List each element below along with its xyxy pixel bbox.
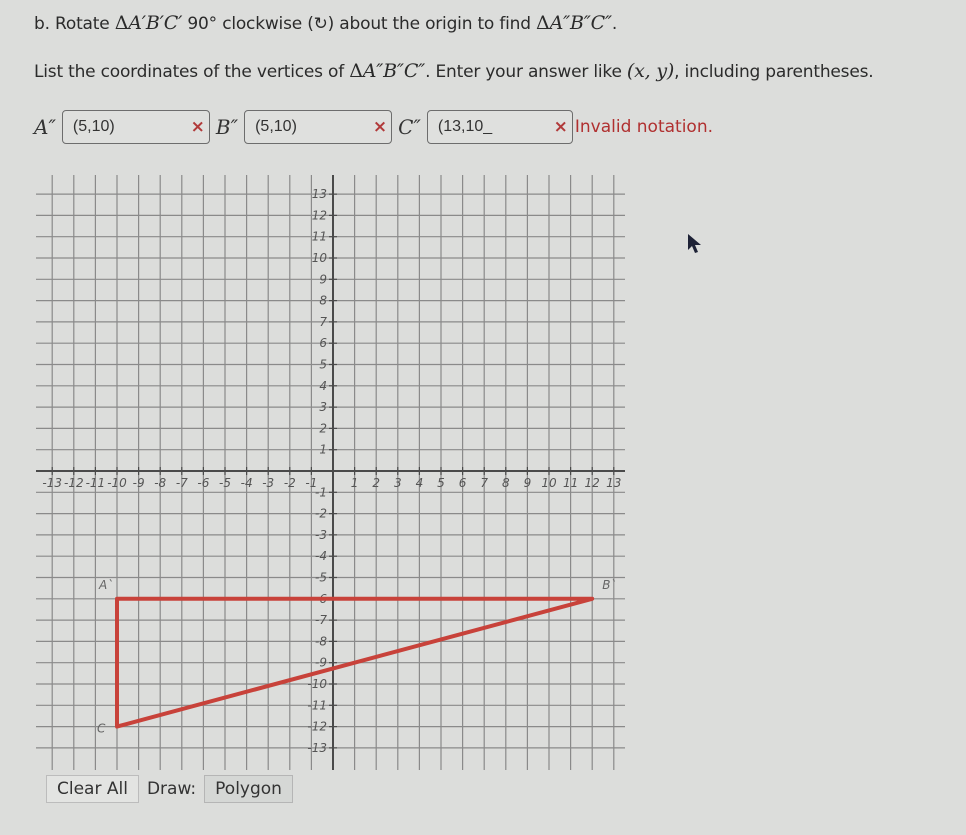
- y-tick-label: 6: [319, 336, 327, 350]
- y-tick-label: -8: [315, 634, 327, 648]
- x-tick-label: -5: [219, 476, 231, 490]
- y-tick-label: 3: [319, 400, 327, 414]
- y-tick-label: -9: [315, 656, 327, 670]
- x-tick-label: 8: [502, 476, 510, 490]
- y-tick-label: 5: [319, 358, 327, 372]
- x-tick-label: -10: [107, 476, 127, 490]
- graph-canvas[interactable]: -13 -12 -11 -10 -9 -8 -7 -6 -5 -4 -3 -2 -1 1 2 3 4 5 6 7 8 9 1…: [0, 0, 966, 831]
- y-tick-label: -11: [307, 698, 327, 712]
- vertex-label: B`: [602, 578, 616, 592]
- mouse-cursor-icon: [688, 234, 701, 253]
- x-tick-label: 11: [563, 476, 578, 490]
- y-tick-label: -5: [315, 571, 327, 585]
- vertex-label: A`: [98, 578, 113, 592]
- y-tick-label: 9: [319, 272, 327, 286]
- x-tick-label: 6: [459, 476, 467, 490]
- clear-all-button[interactable]: Clear All: [46, 775, 139, 803]
- x-tick-label: 1: [351, 476, 359, 490]
- y-tick-label: 10: [312, 251, 328, 265]
- x-tick-label: 13: [606, 476, 621, 490]
- x-tick-label: -11: [86, 476, 106, 490]
- y-tick-label: 1: [319, 443, 327, 457]
- x-tick-label: -3: [262, 476, 274, 490]
- y-tick-label: -2: [315, 507, 327, 521]
- y-tick-label: -10: [307, 677, 327, 691]
- x-tick-label: 10: [541, 476, 557, 490]
- x-tick-label: 12: [585, 476, 600, 490]
- x-tick-label: 5: [437, 476, 445, 490]
- grid-lines: [36, 175, 625, 770]
- x-tick-label: -8: [154, 476, 166, 490]
- x-tick-label: -4: [241, 476, 253, 490]
- x-tick-label: 7: [480, 476, 488, 490]
- axes: [36, 175, 625, 770]
- x-tick-label: -2: [284, 476, 296, 490]
- y-tick-label: -12: [307, 720, 327, 734]
- x-tick-label: 9: [524, 476, 532, 490]
- y-tick-label: -7: [315, 613, 327, 627]
- x-tick-label: -6: [197, 476, 209, 490]
- y-tick-label: -3: [315, 528, 327, 542]
- y-tick-label: 7: [319, 315, 327, 329]
- x-tick-label: -12: [64, 476, 84, 490]
- y-tick-label: -1: [315, 485, 327, 499]
- y-tick-label: 12: [312, 208, 327, 222]
- x-tick-label: -9: [133, 476, 145, 490]
- x-tick-label: -7: [176, 476, 188, 490]
- x-tick-label: 2: [372, 476, 380, 490]
- x-tick-label: 3: [394, 476, 402, 490]
- y-tick-label: 8: [319, 294, 327, 308]
- graph-toolbar: Clear All Draw: Polygon: [46, 775, 293, 803]
- y-tick-label: -4: [315, 549, 327, 563]
- y-tick-label: 4: [319, 379, 327, 393]
- y-tick-label: 11: [312, 230, 327, 244]
- y-tick-label: 13: [312, 187, 327, 201]
- x-tick-label: -13: [42, 476, 62, 490]
- y-tick-label: 2: [319, 421, 327, 435]
- polygon-tool-button[interactable]: Polygon: [204, 775, 293, 803]
- x-tick-label: 4: [416, 476, 424, 490]
- coordinate-graph[interactable]: -13 -12 -11 -10 -9 -8 -7 -6 -5 -4 -3 -2 -1 1 2 3 4 5 6 7 8 9 1…: [0, 0, 966, 835]
- draw-label: Draw:: [146, 779, 197, 799]
- y-tick-label: -13: [307, 741, 327, 755]
- vertex-label: C: [97, 722, 106, 736]
